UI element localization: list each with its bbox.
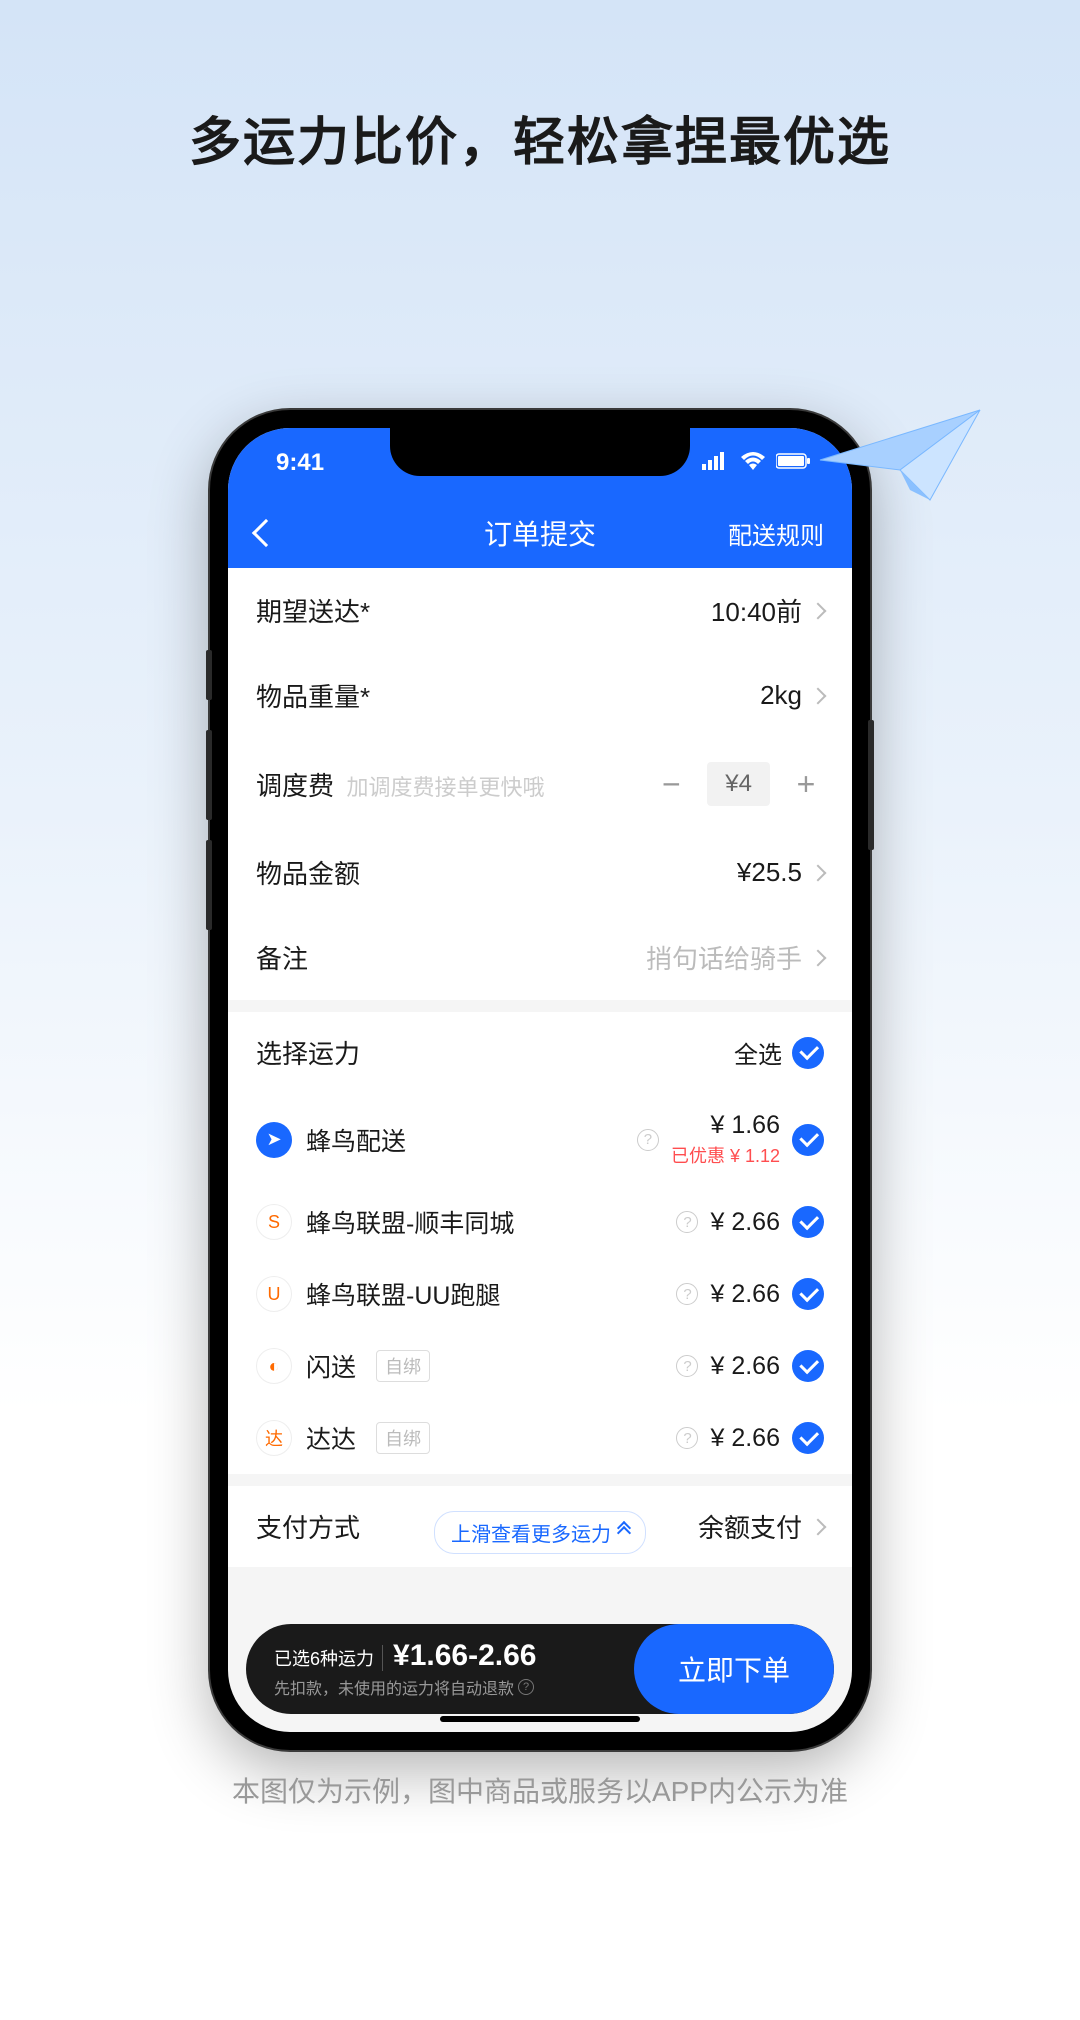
carrier-name: 蜂鸟联盟-UU跑腿 (306, 1276, 500, 1312)
nav-bar: 订单提交 配送规则 (228, 498, 852, 568)
dispatch-fee-hint: 加调度费接单更快哦 (346, 775, 544, 800)
refund-note-text: 先扣款，未使用的运力将自动退款 (274, 1675, 514, 1699)
carrier-price: ¥ 2.66 (710, 1280, 780, 1309)
expected-delivery-row[interactable]: 期望送达* 10:40前 (228, 568, 852, 653)
remark-row[interactable]: 备注 捎句话给骑手 (228, 915, 852, 1000)
carrier-price: ¥ 2.66 (710, 1424, 780, 1453)
selected-count-text: 已选6种运力 (274, 1645, 383, 1671)
item-amount-label: 物品金额 (256, 854, 360, 891)
carrier-name: 达达 (306, 1420, 356, 1456)
info-icon[interactable]: ? (637, 1129, 659, 1151)
info-icon[interactable]: ? (676, 1211, 698, 1233)
phone-notch (390, 428, 690, 476)
signal-icon (702, 449, 730, 477)
item-amount-row[interactable]: 物品金额 ¥25.5 (228, 830, 852, 915)
dispatch-fee-value: ¥4 (707, 762, 770, 806)
info-icon[interactable]: ? (676, 1283, 698, 1305)
payment-value: 余额支付 (698, 1508, 802, 1545)
dispatch-fee-row: 调度费 加调度费接单更快哦 − ¥4 + (228, 738, 852, 830)
info-icon[interactable]: ? (518, 1679, 534, 1695)
carrier-logo-icon: 达 (256, 1420, 292, 1456)
carrier-logo-icon: ➤ (256, 1122, 292, 1158)
chevron-icon (810, 687, 827, 704)
item-amount-value: ¥25.5 (737, 857, 802, 888)
carrier-price: ¥ 1.66 (710, 1111, 780, 1140)
select-all-toggle[interactable]: 全选 (734, 1035, 824, 1070)
expected-delivery-value: 10:40前 (711, 592, 802, 629)
home-indicator[interactable] (440, 1716, 640, 1722)
carrier-row[interactable]: 达 达达 自绑 ? ¥ 2.66 (228, 1402, 852, 1474)
carrier-row[interactable]: ◐ 闪送 自绑 ? ¥ 2.66 (228, 1330, 852, 1402)
select-all-label: 全选 (734, 1035, 782, 1070)
check-icon[interactable] (792, 1350, 824, 1382)
chevron-icon (810, 949, 827, 966)
item-weight-label: 物品重量* (256, 677, 370, 714)
remark-label: 备注 (256, 939, 308, 976)
swipe-hint-text: 上滑查看更多运力 (451, 1518, 611, 1547)
carrier-name: 闪送 (306, 1348, 356, 1384)
dispatch-fee-stepper: − ¥4 + (653, 762, 824, 806)
nav-title: 订单提交 (484, 513, 596, 553)
item-weight-value: 2kg (760, 680, 802, 711)
self-bind-tag: 自绑 (376, 1350, 430, 1382)
carrier-price: ¥ 2.66 (710, 1352, 780, 1381)
item-weight-row[interactable]: 物品重量* 2kg (228, 653, 852, 738)
carrier-logo-icon: U (256, 1276, 292, 1312)
wifi-icon (740, 449, 766, 477)
carrier-discount: 已优惠 ¥ 1.12 (671, 1142, 780, 1168)
carrier-name: 蜂鸟配送 (306, 1122, 406, 1158)
self-bind-tag: 自绑 (376, 1422, 430, 1454)
check-icon[interactable] (792, 1278, 824, 1310)
info-icon[interactable]: ? (676, 1355, 698, 1377)
carrier-price: ¥ 2.66 (710, 1208, 780, 1237)
chevron-icon (810, 864, 827, 881)
status-time: 9:41 (268, 449, 324, 477)
carrier-section-title: 选择运力 (256, 1034, 360, 1071)
price-range-text: ¥1.66-2.66 (393, 1639, 536, 1673)
carrier-logo-icon: S (256, 1204, 292, 1240)
carrier-logo-icon: ◐ (256, 1348, 292, 1384)
stepper-minus-button[interactable]: − (653, 766, 689, 802)
expected-delivery-label: 期望送达* (256, 592, 370, 629)
carrier-row[interactable]: U 蜂鸟联盟-UU跑腿 ? ¥ 2.66 (228, 1258, 852, 1330)
delivery-rules-link[interactable]: 配送规则 (728, 516, 824, 551)
check-icon (792, 1037, 824, 1069)
chevron-icon (810, 1518, 827, 1535)
carrier-row[interactable]: ➤ 蜂鸟配送 ? ¥ 1.66 已优惠 ¥ 1.12 (228, 1093, 852, 1186)
check-icon[interactable] (792, 1422, 824, 1454)
disclaimer-text: 本图仅为示例，图中商品或服务以APP内公示为准 (0, 1770, 1080, 1810)
info-icon[interactable]: ? (676, 1427, 698, 1449)
stepper-plus-button[interactable]: + (788, 766, 824, 802)
remark-placeholder: 捎句话给骑手 (646, 939, 802, 976)
check-icon[interactable] (792, 1124, 824, 1156)
bottom-checkout-bar: 已选6种运力 ¥1.66-2.66 先扣款，未使用的运力将自动退款 ? 立即下单 (246, 1624, 834, 1714)
check-icon[interactable] (792, 1206, 824, 1238)
chevron-icon (810, 602, 827, 619)
dispatch-fee-label: 调度费 (256, 771, 334, 801)
carrier-row[interactable]: S 蜂鸟联盟-顺丰同城 ? ¥ 2.66 (228, 1186, 852, 1258)
carrier-name: 蜂鸟联盟-顺丰同城 (306, 1204, 514, 1240)
submit-order-button[interactable]: 立即下单 (634, 1624, 834, 1714)
back-icon[interactable] (252, 519, 280, 547)
battery-icon (776, 449, 812, 477)
payment-label: 支付方式 (256, 1508, 360, 1545)
phone-mockup: 9:41 订单提交 配送规则 (210, 410, 870, 1750)
headline-text: 多运力比价，轻松拿捏最优选 (0, 100, 1080, 175)
chevron-up-icon (619, 1528, 629, 1538)
swipe-up-hint[interactable]: 上滑查看更多运力 (434, 1511, 646, 1554)
paper-plane-icon (810, 400, 990, 520)
